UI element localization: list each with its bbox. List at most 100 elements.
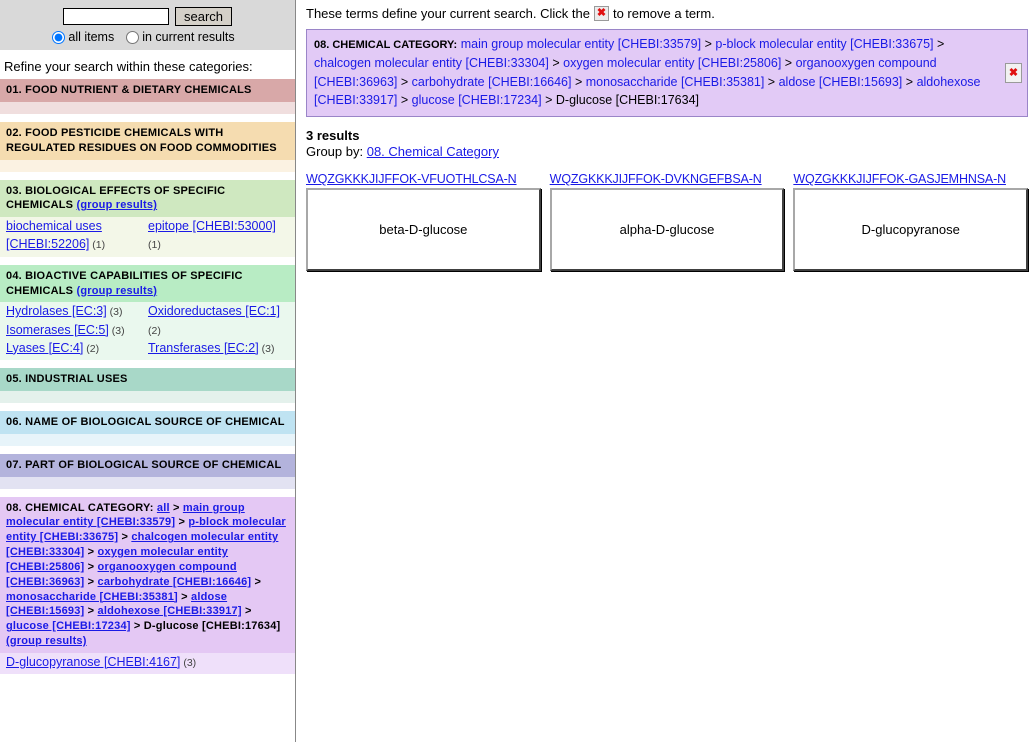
- facet-item: Hydrolases [EC:3] (3): [6, 302, 148, 320]
- active-term-link[interactable]: main group molecular entity [CHEBI:33579…: [461, 37, 701, 51]
- facet-link[interactable]: biochemical uses [CHEBI:52206]: [6, 219, 102, 251]
- items-column-right: epitope [CHEBI:53000] (1): [148, 217, 290, 253]
- result-chemical-name: D-glucopyranose: [861, 222, 960, 237]
- search-panel: search all items in current results: [0, 0, 295, 50]
- result-structure-box[interactable]: D-glucopyranose: [793, 188, 1029, 271]
- category-c02: 02. FOOD PESTICIDE CHEMICALS WITH REGULA…: [0, 121, 295, 172]
- scope-current-results[interactable]: in current results: [126, 30, 235, 44]
- category-c04-items: Hydrolases [EC:3] (3) Isomerases [EC:5] (…: [6, 302, 290, 357]
- result-structure-box[interactable]: alpha-D-glucose: [549, 188, 785, 271]
- facet-item: Lyases [EC:4] (2): [6, 339, 148, 357]
- scope-current-results-label: in current results: [142, 30, 235, 44]
- category-c04: 04. BIOACTIVE CAPABILITIES OF SPECIFIC C…: [0, 264, 295, 360]
- category-c02-header: 02. FOOD PESTICIDE CHEMICALS WITH REGULA…: [0, 121, 295, 160]
- page-root: search all items in current results Refi…: [0, 0, 1034, 742]
- category-c06-header: 06. NAME OF BIOLOGICAL SOURCE OF CHEMICA…: [0, 410, 295, 434]
- category-c04-group-results-link[interactable]: (group results): [76, 285, 157, 297]
- active-term-link[interactable]: aldose [CHEBI:15693]: [779, 75, 903, 89]
- category-c01-header: 01. FOOD NUTRIENT & DIETARY CHEMICALS: [0, 79, 295, 102]
- active-term-link[interactable]: monosaccharide [CHEBI:35381]: [586, 75, 765, 89]
- category-c06-body: [0, 433, 295, 446]
- search-row: search: [0, 7, 295, 26]
- facet-count: (3): [106, 306, 123, 319]
- hint-text-after: to remove a term.: [612, 6, 715, 21]
- items-column-left: Hydrolases [EC:3] (3) Isomerases [EC:5] (…: [6, 302, 148, 357]
- category-chemical-category-label: 08. CHEMICAL CATEGORY: [6, 501, 150, 514]
- group-by-label: Group by:: [306, 144, 364, 159]
- group-by-link[interactable]: 08. Chemical Category: [367, 144, 499, 159]
- facet-link[interactable]: epitope [CHEBI:53000]: [148, 219, 276, 233]
- breadcrumb-link[interactable]: glucose [CHEBI:17234]: [6, 620, 131, 632]
- active-search-term: 08. CHEMICAL CATEGORY: main group molecu…: [306, 29, 1028, 117]
- results-grid: WQZGKKKJIJFFOK-VFUOTHLCSA-N beta-D-glucos…: [306, 172, 1029, 271]
- facet-item: D-glucopyranose [CHEBI:4167] (3): [6, 653, 290, 671]
- category-c05-label: 05. INDUSTRIAL USES: [6, 373, 128, 385]
- category-c06: 06. NAME OF BIOLOGICAL SOURCE OF CHEMICA…: [0, 410, 295, 446]
- result-structure-box[interactable]: beta-D-glucose: [306, 188, 541, 271]
- breadcrumb-link[interactable]: aldohexose [CHEBI:33917]: [98, 605, 242, 617]
- facet-link[interactable]: Isomerases [EC:5]: [6, 323, 109, 337]
- category-c03-items: biochemical uses [CHEBI:52206] (1) epitop…: [6, 217, 290, 253]
- breadcrumb-all-link[interactable]: all: [157, 502, 170, 514]
- search-terms-hint: These terms define your current search. …: [306, 6, 1028, 21]
- facet-link[interactable]: Lyases [EC:4]: [6, 341, 83, 355]
- active-term-link[interactable]: glucose [CHEBI:17234]: [412, 93, 542, 107]
- breadcrumb-current: D-glucose [CHEBI:17634]: [143, 620, 281, 633]
- category-c05-header: 05. INDUSTRIAL USES: [0, 368, 295, 391]
- category-c07: 07. PART OF BIOLOGICAL SOURCE OF CHEMICA…: [0, 453, 295, 489]
- result-card: WQZGKKKJIJFFOK-VFUOTHLCSA-N beta-D-glucos…: [306, 172, 541, 271]
- breadcrumb-link[interactable]: carbohydrate [CHEBI:16646]: [98, 576, 252, 588]
- scope-all-items[interactable]: all items: [52, 30, 114, 44]
- sidebar: search all items in current results Refi…: [0, 0, 296, 742]
- result-inchikey-link[interactable]: WQZGKKKJIJFFOK-VFUOTHLCSA-N: [306, 172, 541, 186]
- remove-term-icon: ✖: [593, 6, 609, 21]
- category-c01-label: 01. FOOD NUTRIENT & DIETARY CHEMICALS: [6, 84, 252, 96]
- facet-link[interactable]: Transferases [EC:2]: [148, 341, 259, 355]
- hint-text-before: These terms define your current search. …: [306, 6, 590, 21]
- facet-count: (3): [180, 656, 197, 669]
- refine-title: Refine your search within these categori…: [4, 59, 253, 74]
- result-inchikey-link[interactable]: WQZGKKKJIJFFOK-GASJEMHNSA-N: [793, 172, 1028, 186]
- category-c03-group-results-link[interactable]: (group results): [76, 199, 157, 211]
- category-chemical-category-body: D-glucopyranose [CHEBI:4167] (3): [0, 652, 295, 675]
- active-term-link[interactable]: p-block molecular entity [CHEBI:33675]: [715, 37, 933, 51]
- items-column-right: Oxidoreductases [EC:1] (2) Transferases […: [148, 302, 290, 357]
- category-c02-body: [0, 159, 295, 172]
- search-input[interactable]: [62, 8, 169, 25]
- chemical-category-breadcrumb: all > main group molecular entity [CHEBI…: [6, 501, 286, 648]
- search-button[interactable]: search: [174, 7, 233, 26]
- group-by-row: Group by: 08. Chemical Category: [306, 144, 1028, 159]
- main-content: These terms define your current search. …: [297, 0, 1034, 742]
- facet-item: biochemical uses [CHEBI:52206] (1): [6, 217, 148, 253]
- chemical-category-group-results-link[interactable]: (group results): [6, 635, 87, 647]
- breadcrumb-link[interactable]: monosaccharide [CHEBI:35381]: [6, 591, 178, 603]
- result-chemical-name: alpha-D-glucose: [619, 222, 715, 237]
- facet-item: Transferases [EC:2] (3): [148, 339, 290, 357]
- chemical-category-children: D-glucopyranose [CHEBI:4167] (3): [6, 653, 290, 671]
- scope-current-results-radio[interactable]: [126, 30, 140, 44]
- category-chemical-category-header: 08. CHEMICAL CATEGORY: all > main group …: [0, 496, 295, 653]
- category-c03-header: 03. BIOLOGICAL EFFECTS OF SPECIFIC CHEMI…: [0, 179, 295, 218]
- facet-item: epitope [CHEBI:53000] (1): [148, 217, 290, 253]
- result-inchikey-link[interactable]: WQZGKKKJIJFFOK-DVKNGEFBSA-N: [550, 172, 785, 186]
- remove-term-button[interactable]: ✖: [1005, 63, 1022, 83]
- result-chemical-name: beta-D-glucose: [379, 222, 468, 237]
- category-c01: 01. FOOD NUTRIENT & DIETARY CHEMICALS: [0, 79, 295, 114]
- facet-count: (3): [108, 324, 125, 337]
- active-term-category-label: 08. CHEMICAL CATEGORY:: [314, 39, 458, 51]
- category-chemical-category: 08. CHEMICAL CATEGORY: all > main group …: [0, 496, 295, 675]
- facet-item: Isomerases [EC:5] (3): [6, 321, 148, 339]
- scope-all-items-radio[interactable]: [52, 30, 66, 44]
- result-card: WQZGKKKJIJFFOK-GASJEMHNSA-N D-glucopyrano…: [793, 172, 1029, 271]
- facet-count: (1): [148, 239, 161, 252]
- facet-link[interactable]: Hydrolases [EC:3]: [6, 304, 107, 318]
- active-term-link[interactable]: oxygen molecular entity [CHEBI:25806]: [563, 56, 781, 70]
- category-list: 01. FOOD NUTRIENT & DIETARY CHEMICALS 02.…: [0, 79, 295, 489]
- active-term-link[interactable]: carbohydrate [CHEBI:16646]: [412, 75, 572, 89]
- facet-link[interactable]: D-glucopyranose [CHEBI:4167]: [6, 655, 180, 669]
- facet-count: (3): [258, 342, 275, 355]
- facet-item: Oxidoreductases [EC:1] (2): [148, 302, 290, 338]
- facet-link[interactable]: Oxidoreductases [EC:1]: [148, 304, 280, 318]
- category-c04-body: Hydrolases [EC:3] (3) Isomerases [EC:5] (…: [0, 302, 295, 360]
- active-term-link[interactable]: chalcogen molecular entity [CHEBI:33304]: [314, 56, 549, 70]
